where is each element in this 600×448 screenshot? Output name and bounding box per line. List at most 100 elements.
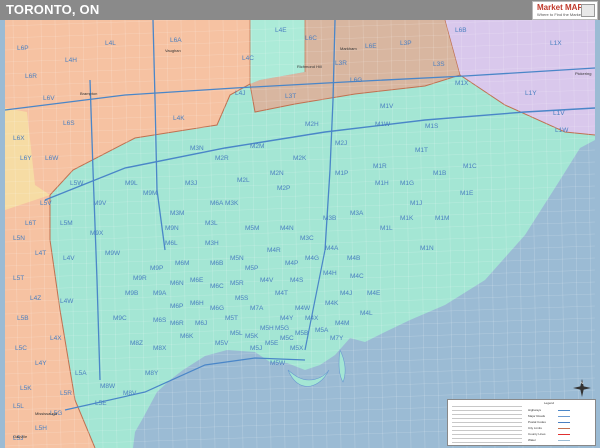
postal-code-label: M5T: [225, 315, 238, 322]
postal-code-label: M5M: [245, 225, 259, 232]
postal-code-label: L6W: [45, 155, 59, 162]
postal-code-label: L5T: [13, 275, 24, 282]
city-label: Vaughan: [165, 48, 181, 53]
legend-label: City Limits: [528, 426, 542, 430]
postal-code-label: M9X: [90, 230, 104, 237]
legend-label: County Lines: [528, 432, 546, 436]
legend-index-line: [452, 426, 522, 427]
postal-code-label: M1M: [435, 215, 449, 222]
legend-row-highways: Highways: [528, 408, 592, 413]
legend-swatch: [558, 440, 570, 441]
legend-swatch: [558, 410, 570, 411]
postal-code-label: L6R: [25, 73, 37, 80]
postal-code-label: M8V: [123, 390, 137, 397]
legend-title: Legend: [544, 401, 555, 405]
postal-code-label: L6C: [305, 35, 317, 42]
postal-code-label: M2P: [277, 185, 290, 192]
postal-code-label: M1T: [415, 147, 428, 154]
logo-mini-map-icon: [581, 4, 595, 17]
postal-code-label: M1V: [380, 103, 394, 110]
postal-code-label: M3H: [205, 240, 219, 247]
postal-code-label: M6M: [175, 260, 189, 267]
postal-code-label: M6C: [210, 283, 224, 290]
postal-code-label: M4E: [367, 290, 381, 297]
postal-code-label: L5C: [15, 345, 27, 352]
postal-code-label: M9A: [153, 290, 167, 297]
city-label: Mississauga: [35, 411, 58, 416]
postal-code-label: M3J: [185, 180, 197, 187]
postal-code-label: M4Y: [280, 315, 294, 322]
legend-swatch: [558, 416, 570, 417]
legend-label: Major Roads: [528, 414, 546, 418]
postal-code-label: M6A: [210, 200, 224, 207]
postal-code-label: L6B: [455, 27, 467, 34]
postal-code-label: M1H: [375, 180, 389, 187]
postal-code-label: L4J: [235, 90, 245, 97]
postal-code-label: L1X: [550, 40, 562, 47]
postal-code-label: L3P: [400, 40, 412, 47]
postal-code-label: L5V: [40, 200, 52, 207]
postal-code-label: L3T: [285, 93, 296, 100]
postal-code-label: M8Z: [130, 340, 143, 347]
map-title: TORONTO, ON: [6, 2, 100, 17]
postal-code-label: M4S: [290, 277, 304, 284]
postal-code-label: M2R: [215, 155, 229, 162]
postal-code-label: L5M: [60, 220, 73, 227]
publisher-logo: Market MAPS Where to Find the Market: [532, 1, 598, 20]
postal-code-label: M1C: [463, 163, 477, 170]
postal-code-label: L3S: [433, 61, 445, 68]
postal-code-label: L5E: [95, 400, 107, 407]
legend-index-line: [452, 418, 522, 419]
postal-code-label: M8Y: [145, 370, 159, 377]
postal-code-label: M5V: [215, 340, 229, 347]
postal-code-label: M9R: [133, 275, 147, 282]
postal-code-label: M5L: [230, 330, 243, 337]
legend-label: Postal Codes: [528, 420, 546, 424]
postal-code-label: M4A: [325, 245, 339, 252]
postal-code-label: L1Y: [525, 90, 537, 97]
postal-code-label: M1B: [433, 170, 446, 177]
postal-code-label: M1J: [410, 200, 422, 207]
legend-row-postal-codes: Postal Codes: [528, 420, 592, 425]
postal-code-label: M1L: [380, 225, 393, 232]
postal-code-label: M5E: [265, 340, 279, 347]
postal-code-label: M1X: [455, 80, 469, 87]
city-label: Pickering: [575, 71, 591, 76]
city-label: Oakville: [13, 434, 28, 439]
postal-code-label: L5A: [75, 370, 87, 377]
postal-code-label: M6J: [195, 320, 207, 327]
postal-code-label: M5W: [270, 360, 286, 367]
postal-code-label: M1G: [400, 180, 414, 187]
postal-code-label: L6A: [170, 37, 182, 44]
legend-index-line: [452, 406, 522, 407]
postal-code-label: M6B: [210, 260, 223, 267]
postal-code-label: M1R: [373, 163, 387, 170]
city-label: Richmond Hill: [297, 64, 322, 69]
postal-code-label: M2J: [335, 140, 347, 147]
postal-code-label: L6Y: [20, 155, 32, 162]
logo-tagline: Where to Find the Market: [537, 12, 583, 17]
postal-code-label: L4H: [65, 57, 77, 64]
postal-code-label: M2K: [293, 155, 307, 162]
postal-code-label: M3N: [190, 145, 204, 152]
postal-code-label: M4V: [260, 277, 274, 284]
postal-code-label: L5K: [20, 385, 32, 392]
postal-code-label: M1N: [420, 245, 434, 252]
postal-code-label: M9N: [165, 225, 179, 232]
postal-code-label: M5C: [280, 335, 294, 342]
postal-code-label: M9L: [125, 180, 138, 187]
postal-code-label: M3A: [350, 210, 364, 217]
postal-code-label: M4T: [275, 290, 288, 297]
postal-code-label: M9M: [143, 190, 157, 197]
postal-code-label: L4W: [60, 298, 74, 305]
postal-code-label: M5X: [290, 345, 304, 352]
postal-code-label: M5B: [295, 330, 308, 337]
postal-code-label: M4X: [305, 315, 319, 322]
legend-index-line: [452, 438, 522, 439]
legend-index-line: [452, 410, 522, 411]
postal-code-label: M4J: [340, 290, 352, 297]
legend-swatch: [558, 434, 570, 435]
postal-code-label: M5A: [315, 327, 329, 334]
postal-code-label: M9W: [105, 250, 121, 257]
postal-code-label: L4Y: [35, 360, 47, 367]
